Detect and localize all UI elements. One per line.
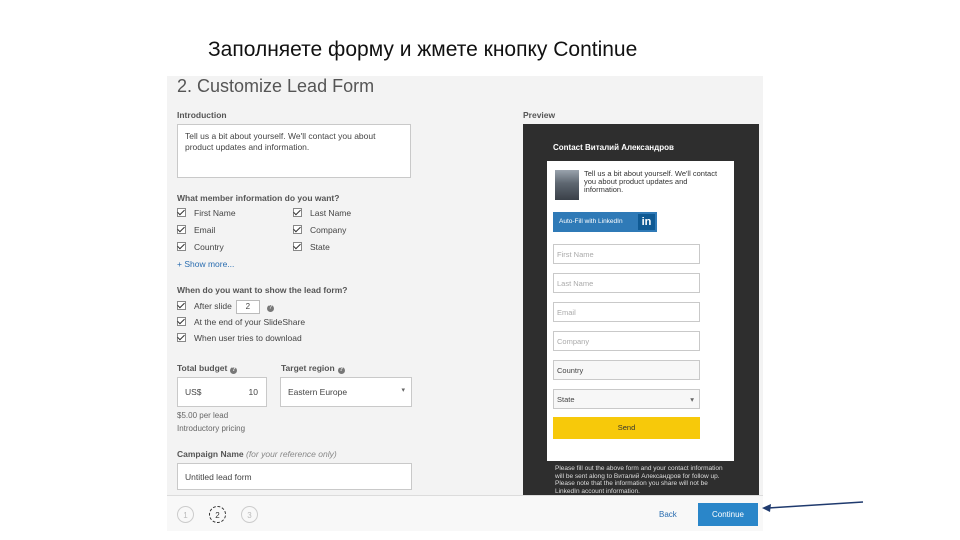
checkbox-end-of-slideshare[interactable]: At the end of your SlideShare	[177, 317, 305, 327]
check-icon	[177, 242, 186, 251]
avatar	[555, 170, 579, 200]
linkedin-icon: in	[638, 214, 655, 230]
campaign-name-label: Campaign Name (for your reference only)	[177, 449, 337, 459]
region-value: Eastern Europe	[288, 387, 348, 397]
checkbox-state[interactable]: State	[293, 242, 330, 252]
check-icon	[177, 333, 186, 342]
checkbox-first-name[interactable]: First Name	[177, 208, 236, 218]
budget-value: 10	[248, 387, 258, 397]
preview-label: Preview	[523, 110, 556, 120]
preview-state-select[interactable]: State ▾	[553, 389, 700, 409]
check-icon	[177, 225, 186, 234]
preview-company-field[interactable]: Company	[553, 331, 700, 351]
preview-card-text: Tell us a bit about yourself. We'll cont…	[584, 169, 718, 194]
per-lead-price: $5.00 per lead	[177, 411, 229, 420]
page-title: 2. Customize Lead Form	[177, 76, 375, 96]
preview-first-name-field[interactable]: First Name	[553, 244, 700, 264]
checkbox-company[interactable]: Company	[293, 225, 346, 235]
check-icon	[293, 208, 302, 217]
back-button[interactable]: Back	[659, 510, 677, 519]
check-icon	[177, 317, 186, 326]
after-slide-input[interactable]: 2	[235, 300, 260, 314]
checkbox-when-download[interactable]: When user tries to download	[177, 333, 302, 343]
step-1[interactable]: 1	[177, 506, 194, 523]
arrow-line	[767, 501, 864, 509]
wizard-footer: 1 2 3 Back Continue	[167, 495, 763, 531]
help-icon[interactable]: ?	[337, 367, 345, 374]
autofill-linkedin-button[interactable]: Auto-Fill with LinkedIn in	[553, 212, 657, 232]
arrow-head	[762, 504, 771, 512]
campaign-name-value: Untitled lead form	[185, 472, 252, 482]
preview-last-name-field[interactable]: Last Name	[553, 273, 700, 293]
preview-email-field[interactable]: Email	[553, 302, 700, 322]
preview-country-field[interactable]: Country	[553, 360, 700, 380]
introduction-textarea[interactable]: Tell us a bit about yourself. We'll cont…	[177, 124, 411, 178]
checkbox-country[interactable]: Country	[177, 242, 224, 252]
campaign-name-input[interactable]: Untitled lead form	[177, 463, 412, 490]
check-icon	[293, 242, 302, 251]
preview-send-button[interactable]: Send	[553, 417, 700, 439]
when-show-label: When do you want to show the lead form?	[177, 285, 348, 295]
step-3[interactable]: 3	[241, 506, 258, 523]
step-2[interactable]: 2	[209, 506, 226, 523]
slide-caption: Заполняете форму и жмете кнопку Continue	[208, 38, 638, 61]
checkbox-email[interactable]: Email	[177, 225, 215, 235]
continue-button[interactable]: Continue	[698, 503, 758, 526]
budget-currency: US$	[185, 387, 202, 397]
intro-pricing: Introductory pricing	[177, 424, 246, 433]
preview-frame: Contact Виталий Александров Tell us a bi…	[523, 124, 759, 516]
checkbox-last-name[interactable]: Last Name	[293, 208, 351, 218]
pointer-arrow-icon	[762, 501, 864, 512]
introduction-text: Tell us a bit about yourself. We'll cont…	[185, 131, 376, 152]
target-region-select[interactable]: Eastern Europe ▾	[280, 377, 412, 407]
total-budget-label: Total budget?	[177, 363, 238, 374]
checkbox-after-slide[interactable]: After slide 2?	[177, 300, 274, 314]
preview-disclaimer: Please fill out the above form and your …	[555, 465, 723, 495]
help-icon[interactable]: ?	[230, 367, 238, 374]
help-icon[interactable]: ?	[266, 305, 274, 312]
chevron-down-icon: ▾	[690, 395, 694, 404]
member-info-label: What member information do you want?	[177, 193, 340, 203]
check-icon	[177, 208, 186, 217]
budget-input[interactable]: US$ 10	[177, 377, 267, 407]
show-more-link[interactable]: + Show more...	[177, 259, 234, 269]
check-icon	[293, 225, 302, 234]
chevron-down-icon: ▾	[401, 387, 405, 394]
introduction-label: Introduction	[177, 110, 227, 120]
target-region-label: Target region?	[281, 363, 345, 374]
preview-card: Tell us a bit about yourself. We'll cont…	[547, 161, 734, 461]
lead-form-panel: 2. Customize Lead Form Introduction Tell…	[167, 76, 763, 531]
preview-title: Contact Виталий Александров	[553, 143, 674, 152]
check-icon	[177, 301, 186, 310]
